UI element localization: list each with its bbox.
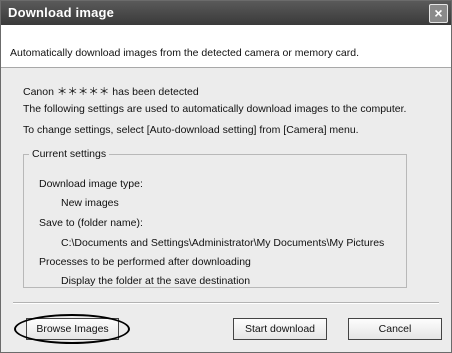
- title-bar[interactable]: Download image ×: [1, 1, 451, 25]
- camera-detected-text: Canon ＊＊＊＊＊ has been detected: [23, 86, 199, 98]
- cancel-button[interactable]: Cancel: [348, 318, 442, 340]
- button-separator: [13, 302, 439, 304]
- download-image-dialog: Download image × Automatically download …: [0, 0, 452, 353]
- start-download-button[interactable]: Start download: [233, 318, 327, 340]
- save-to-value: C:\Documents and Settings\Administrator\…: [61, 237, 385, 249]
- close-icon[interactable]: ×: [429, 4, 448, 23]
- browse-images-button[interactable]: Browse Images: [26, 318, 119, 340]
- post-download-value: Display the folder at the save destinati…: [61, 275, 251, 287]
- header-description: Automatically download images from the d…: [10, 47, 359, 59]
- current-settings-group: Current settings Download image type: Ne…: [23, 148, 407, 288]
- settings-info-text: The following settings are used to autom…: [23, 103, 407, 115]
- download-type-label: Download image type:: [39, 178, 143, 190]
- save-to-label: Save to (folder name):: [39, 217, 143, 229]
- download-type-value: New images: [61, 197, 119, 209]
- window-title: Download image: [8, 5, 115, 20]
- post-download-label: Processes to be performed after download…: [39, 256, 251, 268]
- header-panel: Automatically download images from the d…: [1, 25, 451, 68]
- change-settings-text: To change settings, select [Auto-downloa…: [23, 124, 359, 136]
- current-settings-legend: Current settings: [32, 148, 107, 160]
